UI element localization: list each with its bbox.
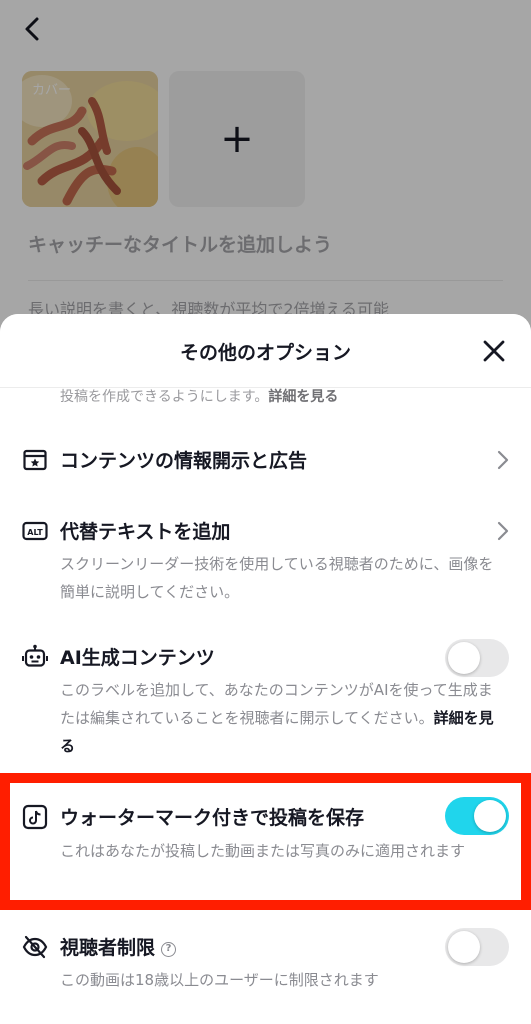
close-icon (483, 340, 505, 362)
audience-title-text: 視聴者制限 (60, 937, 156, 959)
toggle-knob (448, 642, 480, 674)
help-icon[interactable]: ? (161, 942, 177, 957)
svg-text:ALT: ALT (27, 528, 43, 537)
disclosure-icon (23, 449, 47, 471)
more-options-sheet: 投稿を作成できるようにします。詳細を見る その他のオプション コンテンツの情報開… (0, 314, 531, 1024)
robot-icon (22, 644, 48, 667)
cut-description-text: 投稿を作成できるようにします。 (60, 389, 269, 405)
partially-hidden-description: 投稿を作成できるようにします。詳細を見る (60, 386, 338, 406)
toggle-knob (448, 931, 480, 963)
chevron-right-icon (497, 450, 509, 470)
alt-text-icon: ALT (22, 521, 48, 541)
option-title-disclosure: コンテンツの情報開示と広告 (60, 450, 308, 472)
option-desc-alt-text: スクリーンリーダー技術を使用している視聴者のために、画像を簡単に説明してください… (60, 555, 494, 601)
sheet-title: その他のオプション (179, 342, 351, 364)
ai-content-description: このラベルを追加して、あなたのコンテンツがAIを使って生成または編集されているこ… (60, 681, 493, 727)
option-title-audience: 視聴者制限? (60, 933, 177, 960)
learn-more-link[interactable]: 詳細を見る (268, 389, 338, 405)
option-desc-ai-content: このラベルを追加して、あなたのコンテンツがAIを使って生成または編集されているこ… (60, 676, 504, 760)
option-desc-audience: この動画は18歳以上のユーザーに制限されます (60, 971, 379, 989)
sheet-header: その他のオプション (0, 314, 531, 388)
audience-toggle[interactable] (445, 928, 509, 966)
ai-content-toggle[interactable] (445, 639, 509, 677)
option-title-alt-text: 代替テキストを追加 (60, 521, 231, 543)
eye-off-icon (22, 935, 48, 959)
close-button[interactable] (481, 338, 507, 364)
option-title-ai-content: AI生成コンテンツ (60, 647, 215, 669)
highlight-annotation-box (0, 773, 531, 910)
chevron-right-icon (497, 521, 509, 541)
